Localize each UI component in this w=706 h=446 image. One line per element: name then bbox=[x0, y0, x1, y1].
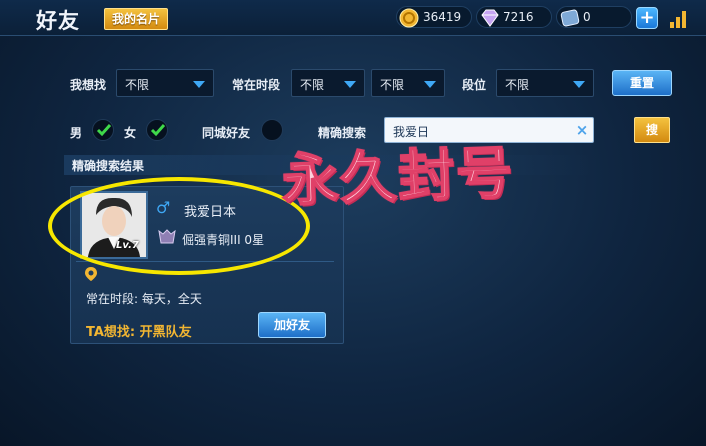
female-label: 女 bbox=[124, 126, 137, 140]
add-currency-button[interactable]: + bbox=[636, 7, 658, 29]
diamond-amount: 7216 bbox=[503, 10, 534, 24]
diamond-icon bbox=[479, 8, 501, 32]
same-city-checkbox[interactable] bbox=[261, 119, 283, 141]
looking-for-select[interactable]: 不限 bbox=[116, 69, 214, 97]
coupon-counter: 0 bbox=[556, 6, 632, 28]
rank-label: 段位 bbox=[462, 78, 487, 92]
looking-for-value: 不限 bbox=[125, 78, 150, 92]
male-checkbox[interactable] bbox=[92, 119, 114, 141]
coupon-icon bbox=[559, 8, 581, 32]
add-friend-button[interactable]: 加好友 bbox=[258, 312, 326, 338]
reset-button[interactable]: 重置 bbox=[612, 70, 672, 96]
online-time-select-1[interactable]: 不限 bbox=[291, 69, 365, 97]
gold-coin-icon bbox=[399, 8, 419, 32]
player-wants: TA想找: 开黑队友 bbox=[86, 325, 192, 340]
gold-counter: 36419 bbox=[396, 6, 472, 28]
coupon-amount: 0 bbox=[583, 10, 591, 24]
female-checkbox[interactable] bbox=[146, 119, 168, 141]
ban-stamp-text: 永久封号 bbox=[280, 139, 516, 215]
chevron-down-icon bbox=[573, 81, 585, 88]
signal-icon bbox=[670, 10, 690, 28]
online-time-value-1: 不限 bbox=[300, 78, 325, 92]
online-time-label: 常在时段 bbox=[232, 78, 281, 92]
chevron-down-icon bbox=[344, 81, 356, 88]
gold-amount: 36419 bbox=[423, 10, 462, 24]
looking-for-label: 我想找 bbox=[70, 78, 107, 92]
online-time-select-2[interactable]: 不限 bbox=[371, 69, 445, 97]
online-time-value-2: 不限 bbox=[380, 78, 405, 92]
rank-select[interactable]: 不限 bbox=[496, 69, 594, 97]
diamond-counter: 7216 bbox=[476, 6, 552, 28]
results-title: 精确搜索结果 bbox=[72, 159, 145, 173]
highlight-ellipse bbox=[48, 177, 310, 275]
player-online-time: 常在时段: 每天，全天 bbox=[86, 292, 202, 306]
search-button[interactable]: 搜 bbox=[634, 117, 670, 143]
page-title: 好友 bbox=[36, 9, 80, 33]
chevron-down-icon bbox=[424, 81, 436, 88]
check-icon bbox=[96, 124, 112, 137]
rank-value: 不限 bbox=[505, 78, 530, 92]
location-pin-icon bbox=[84, 266, 98, 286]
same-city-label: 同城好友 bbox=[202, 126, 251, 140]
check-icon bbox=[150, 124, 166, 137]
chevron-down-icon bbox=[193, 81, 205, 88]
male-label: 男 bbox=[70, 126, 83, 140]
clear-icon[interactable]: × bbox=[572, 117, 592, 143]
my-card-button[interactable]: 我的名片 bbox=[104, 8, 168, 30]
